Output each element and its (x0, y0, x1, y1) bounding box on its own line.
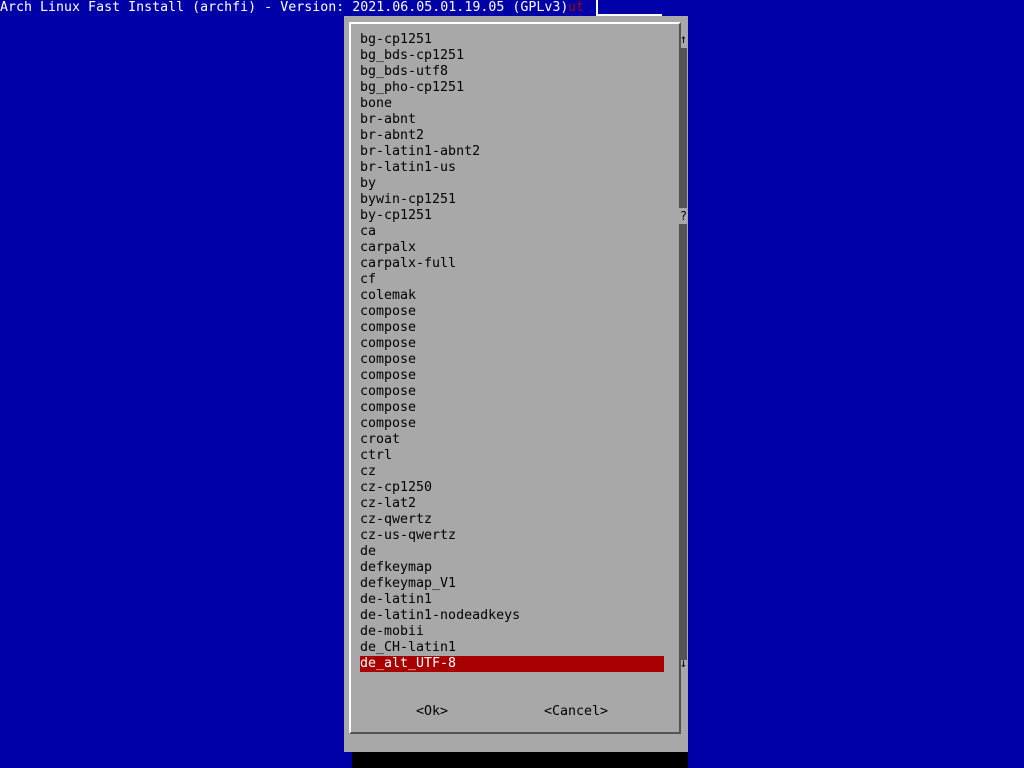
list-item[interactable]: defkeymap_V1 (360, 576, 664, 592)
list-item[interactable]: colemak (360, 288, 664, 304)
list-item[interactable]: br-abnt (360, 112, 664, 128)
list-item[interactable]: de_CH-latin1 (360, 640, 664, 656)
list-item[interactable]: ctrl (360, 448, 664, 464)
scrollbar[interactable]: ↑ ? ↓ (679, 32, 688, 672)
scrollbar-track[interactable] (680, 48, 687, 660)
list-item[interactable]: br-latin1-abnt2 (360, 144, 664, 160)
cancel-button[interactable]: <Cancel> (544, 704, 608, 720)
list-item[interactable]: compose (360, 336, 664, 352)
dialog-buttons: <Ok> <Cancel> (344, 704, 688, 720)
background-text-fragment: ut (568, 0, 585, 15)
list-item[interactable]: bone (360, 96, 664, 112)
list-item[interactable]: compose (360, 416, 664, 432)
list-item[interactable]: compose (360, 352, 664, 368)
list-item[interactable]: by (360, 176, 664, 192)
list-item[interactable]: compose (360, 304, 664, 320)
list-item[interactable]: compose (360, 368, 664, 384)
list-item[interactable]: defkeymap (360, 560, 664, 576)
list-item[interactable]: carpalx-full (360, 256, 664, 272)
list-item[interactable]: carpalx (360, 240, 664, 256)
list-item[interactable]: cz-qwertz (360, 512, 664, 528)
list-item[interactable]: bg_bds-cp1251 (360, 48, 664, 64)
list-item[interactable]: compose (360, 384, 664, 400)
keymap-list[interactable]: bg-cp1251 bg_bds-cp1251 bg_bds-utf8 bg_pho-… (360, 32, 664, 672)
list-item[interactable]: cz-us-qwertz (360, 528, 664, 544)
scrollbar-thumb[interactable]: ? (679, 208, 688, 224)
list-item[interactable]: cz-lat2 (360, 496, 664, 512)
list-item[interactable]: de-latin1 (360, 592, 664, 608)
list-item[interactable]: croat (360, 432, 664, 448)
list-item[interactable]: br-abnt2 (360, 128, 664, 144)
list-item[interactable]: cf (360, 272, 664, 288)
list-item[interactable]: de-mobii (360, 624, 664, 640)
list-item[interactable]: compose (360, 320, 664, 336)
list-item[interactable]: by-cp1251 (360, 208, 664, 224)
scroll-down-arrow-icon[interactable]: ↓ (679, 656, 688, 670)
backtitle: Arch Linux Fast Install (archfi) - Versi… (0, 0, 569, 15)
list-item[interactable]: de-latin1-nodeadkeys (360, 608, 664, 624)
list-item[interactable]: de (360, 544, 664, 560)
list-item[interactable]: bg_pho-cp1251 (360, 80, 664, 96)
list-item[interactable]: cz-cp1250 (360, 480, 664, 496)
list-item[interactable]: ca (360, 224, 664, 240)
list-item[interactable]: bg_bds-utf8 (360, 64, 664, 80)
list-item[interactable]: bg-cp1251 (360, 32, 664, 48)
list-item[interactable]: cz (360, 464, 664, 480)
list-item[interactable]: de_alt_UTF-8 (360, 656, 664, 672)
background-frame (596, 0, 662, 16)
list-item[interactable]: bywin-cp1251 (360, 192, 664, 208)
list-item[interactable]: compose (360, 400, 664, 416)
ok-button[interactable]: <Ok> (416, 704, 448, 720)
list-item[interactable]: br-latin1-us (360, 160, 664, 176)
scroll-up-arrow-icon[interactable]: ↑ (679, 32, 688, 46)
